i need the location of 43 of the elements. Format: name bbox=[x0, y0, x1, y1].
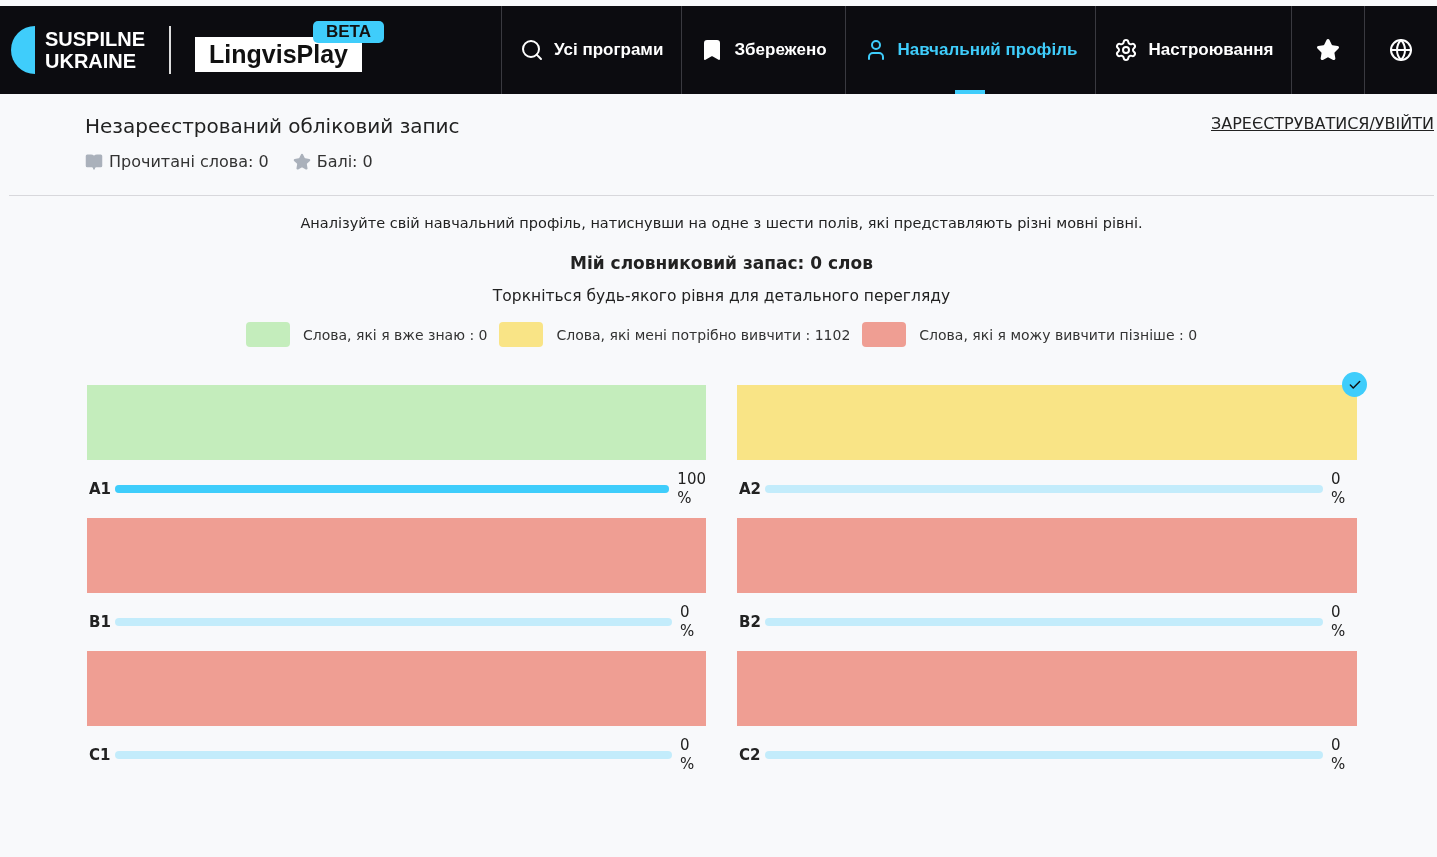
settings-icon bbox=[1114, 38, 1139, 62]
progress-percent: 100 % bbox=[676, 470, 706, 508]
legend-label: Слова, які я вже знаю : 0 bbox=[302, 326, 488, 343]
level-card[interactable] bbox=[737, 385, 1357, 460]
points-count: Балі: 0 bbox=[316, 152, 373, 171]
progress-percent: 0 % bbox=[679, 603, 696, 641]
nav-tab[interactable]: Збережено bbox=[681, 6, 845, 94]
brand-name: UKRAINE bbox=[45, 50, 138, 72]
legend-label: Слова, які мені потрібно вивчити : 1102 bbox=[556, 326, 851, 343]
search-icon bbox=[520, 38, 544, 62]
nav-tab[interactable]: Усі програми bbox=[501, 6, 682, 94]
book-icon bbox=[85, 152, 103, 171]
level-name: B1 bbox=[89, 613, 112, 631]
progress-percent: 0 % bbox=[679, 736, 696, 774]
progress-percent: 0 % bbox=[1330, 736, 1347, 774]
beta-badge: BETA bbox=[312, 20, 384, 43]
globe-icon bbox=[1389, 38, 1414, 62]
login-link[interactable]: ЗАРЕЄСТРУВАТИСЯ/УВІЙТИ bbox=[1211, 114, 1434, 171]
intro-text: Аналізуйте свій навчальний профіль, натиснувши на одне з шести полів, які представляють різні мовні рівні. bbox=[300, 215, 1143, 231]
product-logo[interactable]: LingvisPlay bbox=[195, 36, 362, 72]
level-card[interactable] bbox=[87, 385, 706, 460]
level-name: A2 bbox=[739, 480, 763, 498]
level-card[interactable] bbox=[737, 651, 1357, 726]
progress-percent: 0 % bbox=[1330, 603, 1347, 641]
star-icon bbox=[292, 152, 311, 171]
legend-label: Слова, які я можу вивчити пізніше : 0 bbox=[919, 326, 1198, 343]
logo-icon bbox=[10, 26, 35, 74]
star-icon bbox=[1316, 38, 1341, 62]
level-card[interactable] bbox=[87, 651, 706, 726]
account-title: Незареєстрований обліковий запис bbox=[85, 114, 460, 138]
level-name: A1 bbox=[89, 480, 113, 498]
level-name: C2 bbox=[739, 746, 762, 764]
nav-tab[interactable]: Навчальний профіль bbox=[844, 6, 1096, 94]
read-words-count: Прочитані слова: 0 bbox=[109, 152, 269, 171]
progress-percent: 0 % bbox=[1330, 470, 1347, 508]
brand-name: SUSPILNE bbox=[45, 28, 146, 50]
level-name: B2 bbox=[739, 613, 762, 631]
nav-tab[interactable]: Настроювання bbox=[1095, 6, 1292, 94]
hint-text: Торкніться будь-якого рівня для детального перегляду bbox=[492, 287, 951, 305]
level-card[interactable] bbox=[737, 518, 1357, 593]
level-card[interactable] bbox=[87, 518, 706, 593]
vocabulary-total: Мій словниковий запас: 0 слов bbox=[570, 253, 873, 273]
level-name: C1 bbox=[89, 746, 112, 764]
